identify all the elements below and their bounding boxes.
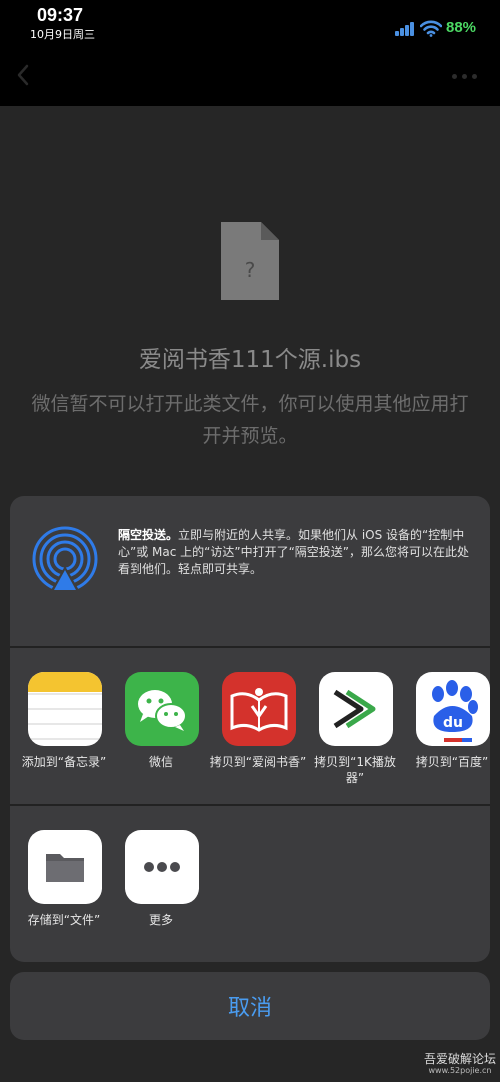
file-icon-glyph: ?: [245, 258, 256, 282]
more-options-icon[interactable]: [452, 74, 478, 80]
unknown-file-icon: ?: [221, 222, 279, 300]
battery-percentage: 88%: [446, 19, 477, 36]
action-label: 存储到“文件”: [27, 913, 101, 927]
divider: [10, 804, 490, 806]
airdrop-title: 隔空投送。: [118, 528, 179, 542]
more-dots-icon: [125, 830, 199, 904]
svg-text:du: du: [443, 715, 463, 731]
action-label: 更多: [148, 913, 173, 927]
status-date: 10月9日周三: [30, 28, 95, 41]
wifi-icon: [420, 20, 442, 37]
divider: [10, 646, 490, 648]
watermark-url: www.52pojie.cn: [428, 1066, 492, 1075]
status-bar: 09:37 10月9日周三 88%: [0, 0, 500, 44]
airdrop-icon[interactable]: [32, 526, 98, 592]
airdrop-description: 隔空投送。立即与附近的人共享。如果他们从 iOS 设备的“控制中心”或 Mac …: [118, 527, 474, 578]
app-label: 拷贝到“百度”: [415, 755, 489, 769]
notes-icon: [28, 672, 102, 746]
wechat-icon: [125, 672, 199, 746]
app-label: 微信: [148, 755, 173, 769]
share-sheet: 隔空投送。立即与附近的人共享。如果他们从 iOS 设备的“控制中心”或 Mac …: [10, 496, 490, 962]
app-label: 拷贝到“爱阅书香”: [209, 755, 307, 769]
back-chevron-icon[interactable]: [16, 64, 30, 86]
baidu-icon: du: [416, 672, 490, 746]
cancel-button[interactable]: 取消: [10, 972, 490, 1040]
app-label: 添加到“备忘录”: [21, 755, 107, 769]
cellular-signal-icon: [395, 22, 414, 36]
file-name: 爱阅书香111个源.ibs: [138, 347, 362, 373]
navigation-bar: [0, 44, 500, 106]
watermark: 吾爱破解论坛 www.52pojie.cn: [420, 1052, 500, 1076]
watermark-title: 吾爱破解论坛: [423, 1052, 496, 1066]
aiyue-book-icon: [222, 672, 296, 746]
app-label: 拷贝到“1K播放器”: [314, 755, 396, 785]
1k-player-icon: [319, 672, 393, 746]
unsupported-file-message: 微信暂不可以打开此类文件，你可以使用其他应用打开并预览。: [31, 393, 469, 447]
folder-icon: [28, 830, 102, 904]
status-time: 09:37: [37, 5, 84, 25]
